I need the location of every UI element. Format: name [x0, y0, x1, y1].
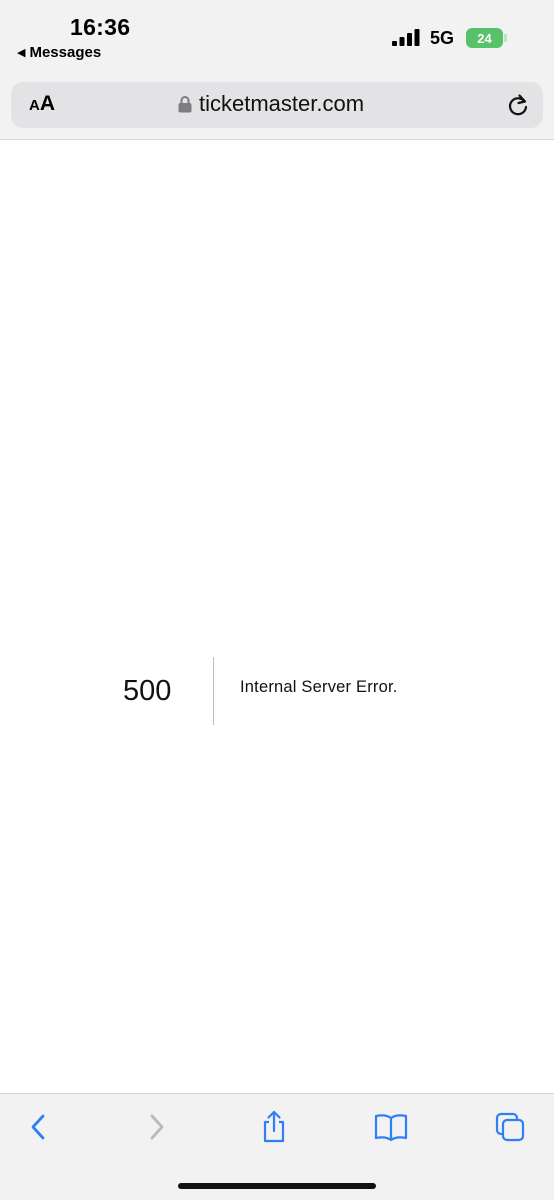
- browser-top-bar: AA ticketmaster.com: [0, 76, 554, 140]
- address-bar[interactable]: AA ticketmaster.com: [11, 82, 543, 128]
- network-type: 5G: [430, 28, 455, 48]
- error-divider: [213, 657, 214, 725]
- chevron-left-icon: [31, 1114, 45, 1140]
- back-to-app-link[interactable]: ◀ Messages: [17, 44, 101, 61]
- back-button[interactable]: [21, 1110, 55, 1144]
- browser-toolbar: [0, 1093, 554, 1200]
- error-code: 500: [123, 675, 172, 707]
- cellular-signal-icon: [392, 29, 420, 46]
- battery-cap: [504, 34, 507, 42]
- status-bar: 16:36 ◀ Messages 5G 24: [0, 0, 554, 76]
- back-triangle-icon: ◀: [17, 47, 26, 59]
- share-icon: [263, 1110, 285, 1143]
- safari-screen: 16:36 ◀ Messages 5G 24 AA ticketmaster.c…: [0, 0, 554, 1200]
- share-button[interactable]: [257, 1110, 291, 1144]
- tabs-icon: [495, 1112, 525, 1142]
- tabs-button[interactable]: [493, 1110, 527, 1144]
- back-to-app-label: Messages: [29, 44, 102, 61]
- text-size-icon[interactable]: AA: [29, 92, 55, 116]
- error-message: Internal Server Error.: [240, 678, 398, 696]
- chevron-right-icon: [150, 1114, 164, 1140]
- battery-level: 24: [466, 28, 503, 48]
- url-text[interactable]: ticketmaster.com: [199, 91, 364, 117]
- page-content: 500 Internal Server Error.: [0, 141, 554, 1093]
- bookmarks-button[interactable]: [374, 1110, 408, 1144]
- reload-icon[interactable]: [505, 92, 531, 118]
- forward-button[interactable]: [140, 1110, 174, 1144]
- book-icon: [374, 1114, 408, 1142]
- status-time: 16:36: [70, 14, 131, 40]
- home-indicator: [178, 1183, 376, 1189]
- lock-icon: [178, 96, 192, 113]
- battery-icon: 24: [466, 28, 507, 48]
